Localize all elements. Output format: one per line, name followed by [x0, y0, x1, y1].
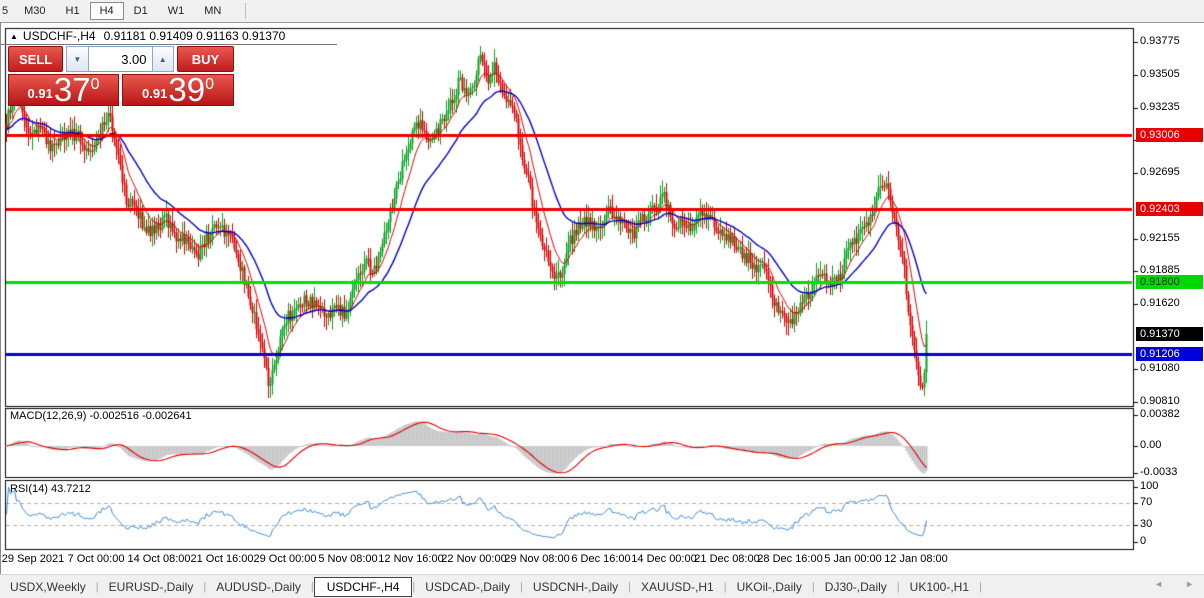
volume-decrease-button[interactable]: ▼: [66, 46, 88, 72]
price-line-badge: 0.91206: [1136, 347, 1203, 361]
time-tick-label: 29 Oct 00:00: [254, 553, 317, 565]
chart-tab-uk100-h1[interactable]: UK100-,H1: [900, 578, 979, 596]
price-tick-label: 0.93505: [1140, 68, 1180, 80]
timeframe-button-d1[interactable]: D1: [124, 2, 158, 20]
chart-tab-xauusd-h1[interactable]: XAUUSD-,H1: [631, 578, 724, 596]
time-tick-label: 28 Dec 16:00: [757, 553, 822, 565]
time-tick-label: 22 Nov 00:00: [441, 553, 506, 565]
chart-tab-eurusd-daily[interactable]: EURUSD-,Daily: [99, 578, 204, 596]
time-tick-label: 21 Oct 16:00: [191, 553, 254, 565]
chart-tab-dj30-daily[interactable]: DJ30-,Daily: [815, 578, 897, 596]
time-tick-label: 12 Nov 16:00: [378, 553, 443, 565]
price-line-badge: 0.91800: [1136, 275, 1203, 289]
header-underline: [1, 44, 337, 45]
tab-scroll-left-icon[interactable]: ◄: [1154, 579, 1163, 589]
time-tick-label: 5 Jan 00:00: [824, 553, 882, 565]
chart-symbol: USDCHF-,H4: [23, 29, 96, 43]
price-tick-label: 0.92695: [1140, 166, 1180, 178]
tab-divider: |: [979, 581, 982, 593]
volume-input[interactable]: [89, 46, 152, 72]
rsi-label: RSI(14) 43.7212: [10, 483, 91, 495]
mt4-window: 5M30H1H4D1W1MN ▲ USDCHF-,H4 0.91181 0.9140…: [0, 0, 1204, 597]
sell-price-big: 37: [54, 75, 91, 105]
tab-scroll-arrows: ◄ ►: [1154, 579, 1194, 589]
chart-tab-usdx-weekly[interactable]: USDX,Weekly: [0, 578, 96, 596]
chart-ohlc-values: 0.91181 0.91409 0.91163 0.91370: [104, 29, 286, 43]
triangle-up-icon: ▲: [10, 32, 18, 41]
trade-prices-row: 0.91 37 0 0.91 39 0: [8, 74, 234, 106]
timeframe-button-h1[interactable]: H1: [56, 2, 90, 20]
buy-price-big: 39: [168, 75, 205, 105]
timeframe-button-w1[interactable]: W1: [158, 2, 195, 20]
timeframe-button-m30[interactable]: M30: [14, 2, 55, 20]
chart-tab-ukoil-daily[interactable]: UKOil-,Daily: [727, 578, 812, 596]
buy-price-box[interactable]: 0.91 39 0: [122, 74, 234, 106]
timeframe-button-5[interactable]: 5: [0, 2, 14, 20]
buy-button[interactable]: BUY: [177, 46, 234, 72]
time-tick-label: 12 Jan 08:00: [884, 553, 948, 565]
time-tick-label: 14 Oct 08:00: [128, 553, 191, 565]
sell-price-small: 0.91: [28, 86, 53, 101]
timeframe-button-h4[interactable]: H4: [90, 2, 124, 20]
volume-increase-button[interactable]: ▲: [152, 46, 174, 72]
time-tick-label: 7 Oct 00:00: [68, 553, 125, 565]
price-tick-label: 0.90810: [1140, 395, 1180, 407]
rsi-tick-label: 70: [1140, 496, 1152, 508]
sell-price-pipette: 0: [91, 76, 100, 94]
tab-scroll-right-icon[interactable]: ►: [1185, 579, 1194, 589]
chart-tab-usdcnh-daily[interactable]: USDCNH-,Daily: [523, 578, 628, 596]
buy-price-small: 0.91: [142, 86, 167, 101]
rsi-tick-label: 100: [1140, 480, 1158, 492]
time-tick-label: 5 Nov 08:00: [318, 553, 377, 565]
rsi-tick-label: 0: [1140, 535, 1146, 547]
timeframe-button-mn[interactable]: MN: [194, 2, 231, 20]
price-tick-label: 0.92155: [1140, 232, 1180, 244]
price-line-badge: 0.91370: [1136, 327, 1203, 341]
sell-price-box[interactable]: 0.91 37 0: [8, 74, 119, 106]
time-tick-label: 29 Sep 2021: [2, 553, 64, 565]
chart-tab-usdchf-h4[interactable]: USDCHF-,H4: [314, 577, 413, 597]
trade-controls-row: SELL ▼ ▲ BUY: [8, 46, 234, 72]
timeframe-toolbar: 5M30H1H4D1W1MN: [0, 0, 1204, 23]
price-tick-label: 0.93235: [1140, 101, 1180, 113]
buy-price-pipette: 0: [205, 76, 214, 94]
macd-tick-label: 0.00382: [1140, 408, 1180, 420]
rsi-tick-label: 30: [1140, 518, 1152, 530]
price-tick-label: 0.91080: [1140, 362, 1180, 374]
macd-label: MACD(12,26,9) -0.002516 -0.002641: [10, 410, 192, 422]
toolbar-separator: [245, 3, 246, 19]
price-tick-label: 0.93775: [1140, 35, 1180, 47]
chart-tab-bar: USDX,Weekly|EURUSD-,Daily|AUDUSD-,Daily|…: [0, 574, 1204, 598]
sell-button[interactable]: SELL: [8, 46, 63, 72]
time-tick-label: 6 Dec 16:00: [571, 553, 630, 565]
macd-tick-label: 0.00: [1140, 439, 1161, 451]
chart-tab-list: USDX,Weekly|EURUSD-,Daily|AUDUSD-,Daily|…: [0, 577, 982, 597]
price-line-badge: 0.93006: [1136, 128, 1203, 142]
time-tick-label: 21 Dec 08:00: [694, 553, 759, 565]
chart-tab-audusd-daily[interactable]: AUDUSD-,Daily: [206, 578, 311, 596]
macd-tick-label: -0.0033: [1140, 466, 1177, 478]
one-click-trade-panel: SELL ▼ ▲ BUY 0.91 37 0 0.91 39 0: [8, 46, 234, 106]
price-line-badge: 0.92403: [1136, 202, 1203, 216]
time-tick-label: 29 Nov 08:00: [504, 553, 569, 565]
chart-tab-usdcad-daily[interactable]: USDCAD-,Daily: [415, 578, 520, 596]
time-tick-label: 14 Dec 00:00: [631, 553, 696, 565]
window-left-border: [0, 22, 1, 597]
chart-title: ▲ USDCHF-,H4 0.91181 0.91409 0.91163 0.913…: [10, 29, 285, 43]
price-tick-label: 0.91620: [1140, 297, 1180, 309]
